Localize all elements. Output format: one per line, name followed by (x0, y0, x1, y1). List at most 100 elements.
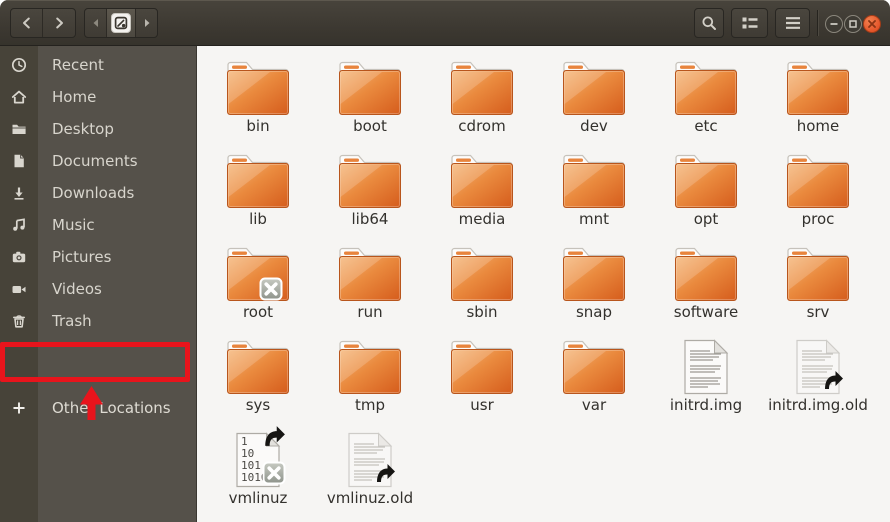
file-item-vmlinuz.old[interactable]: vmlinuz.old (314, 428, 426, 521)
file-icon-wrap (450, 242, 514, 302)
header-separator (817, 10, 818, 36)
file-item-cdrom[interactable]: cdrom (426, 56, 538, 149)
no-access-emblem-icon (262, 461, 286, 485)
file-item-lib64[interactable]: lib64 (314, 149, 426, 242)
file-item-software[interactable]: software (650, 242, 762, 335)
folder-icon (674, 153, 738, 209)
file-label: snap (575, 303, 613, 321)
text-file-icon (683, 339, 729, 395)
sidebar-item-music[interactable]: Music (0, 209, 196, 241)
sidebar-item-desktop[interactable]: Desktop (0, 113, 196, 145)
file-item-usr[interactable]: usr (426, 335, 538, 428)
file-icon-wrap (795, 335, 841, 395)
close-icon (866, 18, 878, 30)
file-item-root[interactable]: root (202, 242, 314, 335)
file-item-proc[interactable]: proc (762, 149, 874, 242)
sidebar-item-icon (0, 121, 38, 137)
path-location-button[interactable] (106, 9, 136, 37)
file-label: initrd.img (669, 396, 743, 414)
view-toggle-button[interactable] (731, 8, 768, 38)
sidebar-item-home[interactable]: Home (0, 81, 196, 113)
file-label: srv (806, 303, 830, 321)
chevron-left-icon (19, 15, 35, 31)
sidebar-item-icon (0, 249, 38, 265)
sidebar-item-pictures[interactable]: Pictures (0, 241, 196, 273)
sidebar-item[interactable]: Other Locations (0, 392, 196, 424)
file-item-vmlinuz[interactable]: vmlinuz (202, 428, 314, 521)
minimize-button[interactable] (825, 15, 843, 33)
path-scroll-left-button[interactable] (85, 9, 106, 37)
folder-icon (338, 60, 402, 116)
sidebar-item-other-locations[interactable]: Other Locations (0, 392, 196, 424)
file-item-snap[interactable]: snap (538, 242, 650, 335)
file-label: opt (693, 210, 719, 228)
file-icon-wrap (450, 335, 514, 395)
file-icon-wrap (338, 242, 402, 302)
back-button[interactable] (11, 9, 43, 37)
file-item-etc[interactable]: etc (650, 56, 762, 149)
file-icon-wrap (562, 242, 626, 302)
file-item-sys[interactable]: sys (202, 335, 314, 428)
headerbar (0, 0, 890, 46)
file-item-home[interactable]: home (762, 56, 874, 149)
forward-button[interactable] (43, 9, 75, 37)
file-icon-wrap (562, 56, 626, 116)
folder-icon (338, 153, 402, 209)
sidebar-item-trash[interactable]: Trash (0, 305, 196, 337)
file-label: mnt (579, 210, 609, 228)
file-icon-wrap (226, 335, 290, 395)
file-label: media (458, 210, 506, 228)
minimize-icon (828, 18, 840, 30)
sidebar: Recent Home Desktop Documents Downloads … (0, 46, 197, 522)
file-label: boot (353, 117, 387, 135)
folder-icon (226, 153, 290, 209)
triangle-left-icon (88, 15, 104, 31)
no-access-emblem-icon (259, 277, 283, 301)
file-icon-wrap (226, 56, 290, 116)
file-item-initrd.img[interactable]: initrd.img (650, 335, 762, 428)
sidebar-item-icon (0, 89, 38, 105)
file-icon-wrap (562, 149, 626, 209)
file-label: lib64 (351, 210, 389, 228)
maximize-button[interactable] (844, 15, 862, 33)
folder-icon (786, 246, 850, 302)
file-item-dev[interactable]: dev (538, 56, 650, 149)
file-item-run[interactable]: run (314, 242, 426, 335)
file-item-tmp[interactable]: tmp (314, 335, 426, 428)
sidebar-item-downloads[interactable]: Downloads (0, 177, 196, 209)
file-item-srv[interactable]: srv (762, 242, 874, 335)
file-icon-wrap (226, 149, 290, 209)
file-item-media[interactable]: media (426, 149, 538, 242)
file-label: proc (801, 210, 835, 228)
file-icon-wrap (786, 242, 850, 302)
file-item-var[interactable]: var (538, 335, 650, 428)
file-item-bin[interactable]: bin (202, 56, 314, 149)
path-scroll-right-button[interactable] (136, 9, 157, 37)
file-item-mnt[interactable]: mnt (538, 149, 650, 242)
sidebar-places-list: Recent Home Desktop Documents Downloads … (0, 49, 196, 337)
file-icon-wrap (347, 428, 393, 488)
file-label: sys (245, 396, 271, 414)
file-item-lib[interactable]: lib (202, 149, 314, 242)
sidebar-item-label: Recent (52, 56, 104, 74)
sidebar-item-documents[interactable]: Documents (0, 145, 196, 177)
file-manager-window: Recent Home Desktop Documents Downloads … (0, 0, 890, 522)
file-item-sbin[interactable]: sbin (426, 242, 538, 335)
sidebar-item-label: Downloads (52, 184, 135, 202)
file-view[interactable]: bin boot cdrom dev etc home lib lib64 me… (198, 46, 890, 522)
file-icon-wrap (338, 335, 402, 395)
file-icon-wrap (786, 149, 850, 209)
file-label: dev (580, 117, 608, 135)
search-button[interactable] (694, 8, 724, 38)
file-item-boot[interactable]: boot (314, 56, 426, 149)
file-icon-wrap (562, 335, 626, 395)
sidebar-item-recent[interactable]: Recent (0, 49, 196, 81)
menu-button[interactable] (775, 8, 810, 38)
search-icon (701, 15, 717, 31)
folder-icon (450, 339, 514, 395)
sidebar-item-label: Documents (52, 152, 138, 170)
sidebar-item-videos[interactable]: Videos (0, 273, 196, 305)
file-item-initrd.img.old[interactable]: initrd.img.old (762, 335, 874, 428)
file-item-opt[interactable]: opt (650, 149, 762, 242)
close-button[interactable] (863, 15, 881, 33)
